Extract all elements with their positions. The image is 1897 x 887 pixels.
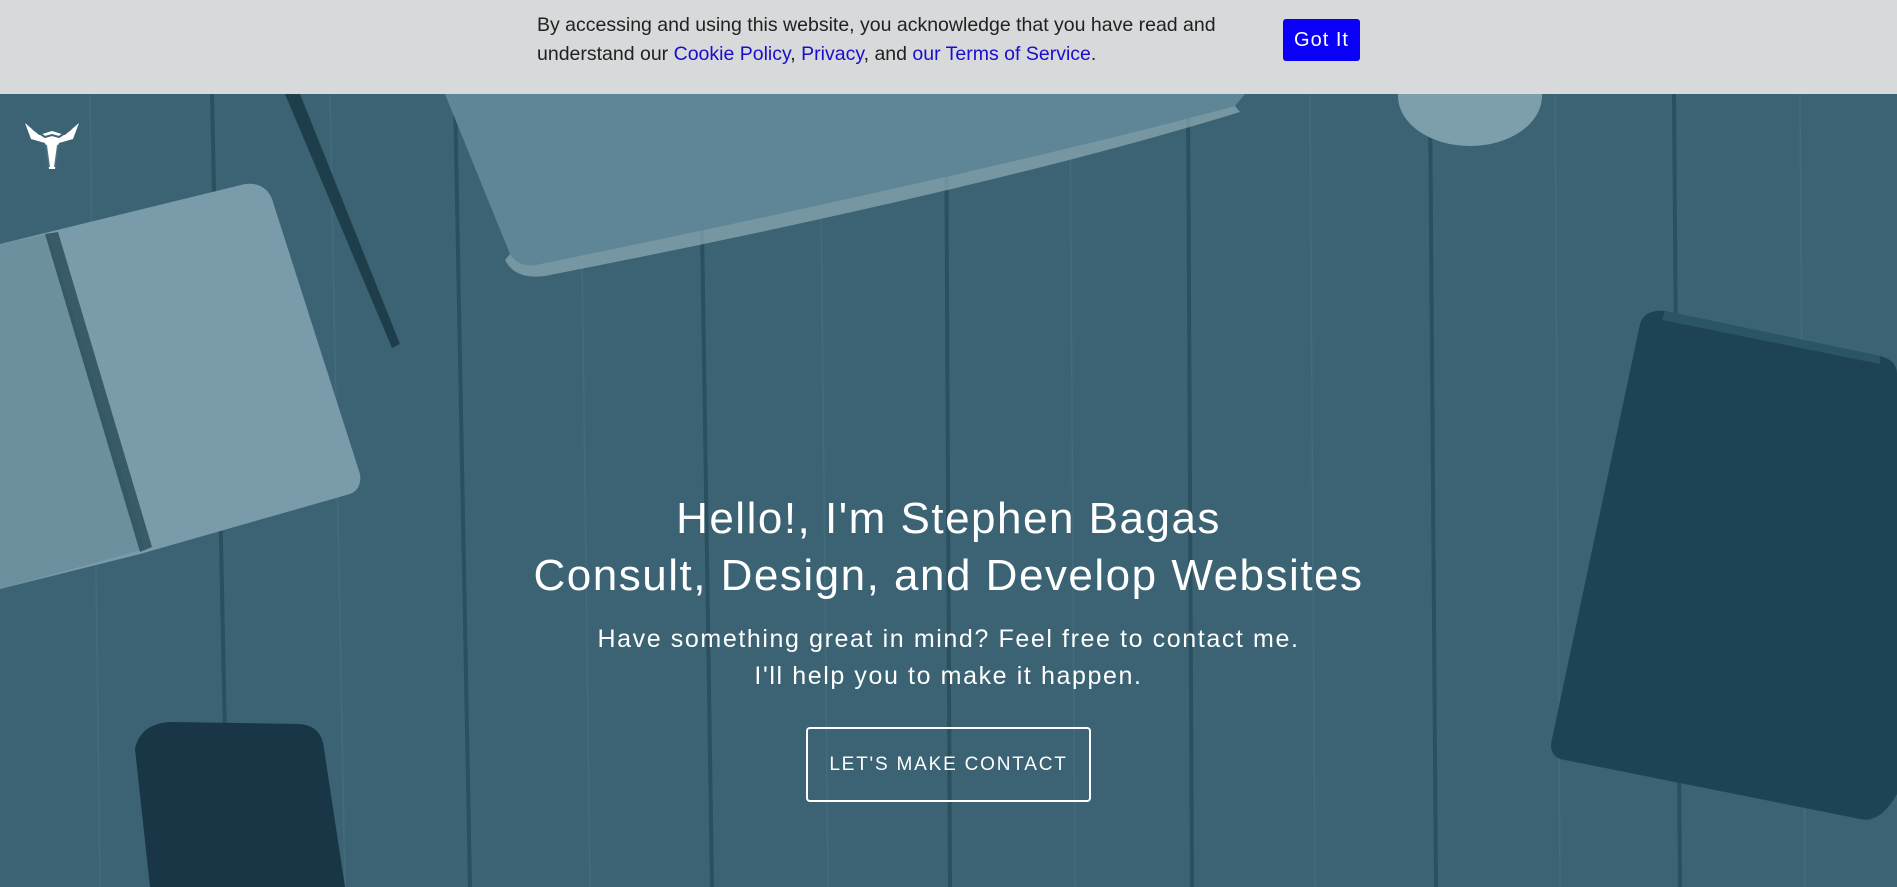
hero-section: Hello!, I'm Stephen Bagas Consult, Desig… <box>0 94 1897 887</box>
hero-subtitle-line2: I'll help you to make it happen. <box>754 662 1143 690</box>
got-it-button[interactable]: Got It <box>1283 19 1360 61</box>
cookie-notice-text: By accessing and using this website, you… <box>537 11 1257 69</box>
terms-of-service-link[interactable]: our Terms of Service <box>912 43 1090 65</box>
cookie-notice-separator: , <box>790 43 802 65</box>
cookie-notice-end: . <box>1090 43 1097 65</box>
hero-subtitle: Have something great in mind? Feel free … <box>0 621 1897 695</box>
brand-logo-icon[interactable] <box>23 121 81 171</box>
hero-title: Hello!, I'm Stephen Bagas Consult, Desig… <box>0 490 1897 604</box>
hero-title-line1: Hello!, I'm Stephen Bagas <box>676 494 1221 543</box>
logo-mark-icon <box>25 123 79 169</box>
hero-subtitle-line1: Have something great in mind? Feel free … <box>597 625 1300 653</box>
make-contact-button[interactable]: LET'S MAKE CONTACT <box>806 727 1091 802</box>
cookie-notice-separator: , and <box>863 43 913 65</box>
hero-title-line2: Consult, Design, and Develop Websites <box>533 551 1364 600</box>
cookie-banner: By accessing and using this website, you… <box>0 0 1897 94</box>
privacy-link[interactable]: Privacy <box>801 43 863 65</box>
cookie-policy-link[interactable]: Cookie Policy <box>674 43 791 65</box>
